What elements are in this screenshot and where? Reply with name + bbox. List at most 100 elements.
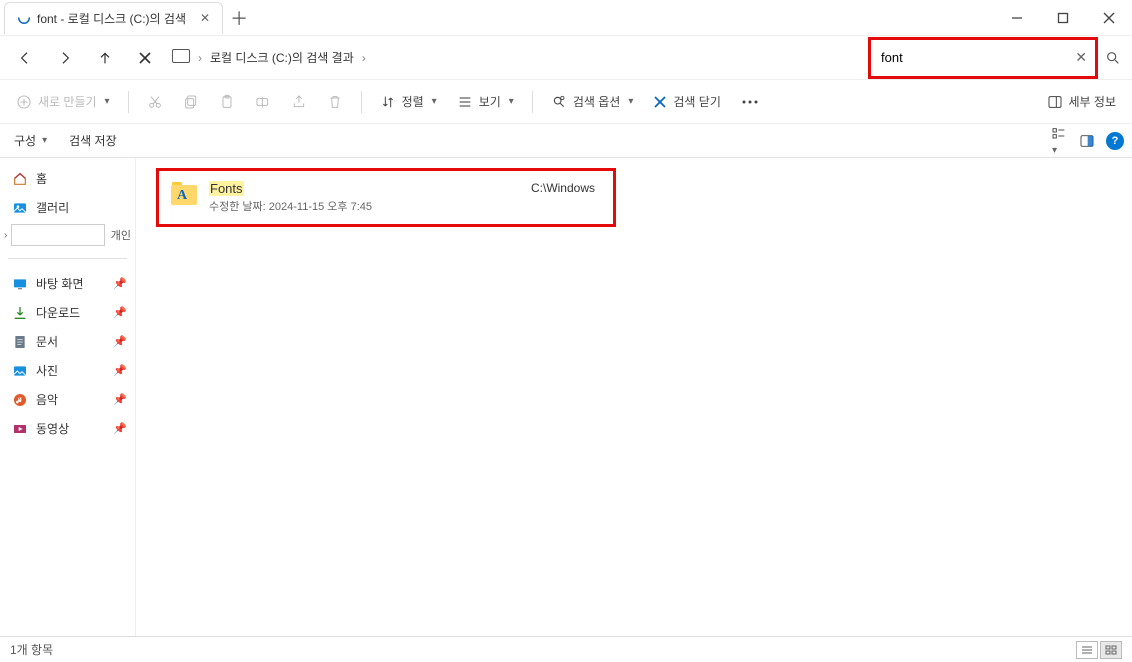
cut-button <box>139 90 171 114</box>
search-options-label: 검색 옵션 <box>573 93 621 110</box>
pin-icon[interactable]: 📌 <box>113 393 127 406</box>
breadcrumb[interactable]: › 로컬 디스크 (C:)의 검색 결과 › <box>166 49 866 66</box>
sidebar-item-documents[interactable]: 문서 📌 <box>0 327 135 356</box>
search-options-button[interactable]: 검색 옵션 ▾ <box>543 89 642 114</box>
sidebar-current-row[interactable]: › 개인 <box>0 222 135 248</box>
main-area: 홈 갤러리 › 개인 바탕 화면 📌 다운로드 📌 <box>0 158 1132 636</box>
sidebar-label: 음악 <box>36 391 58 408</box>
window-tab[interactable]: font - 로컬 디스크 (C:)의 검색 ✕ <box>4 2 223 34</box>
chevron-right-icon: › <box>198 51 202 65</box>
sidebar-item-downloads[interactable]: 다운로드 📌 <box>0 298 135 327</box>
pin-icon[interactable]: 📌 <box>113 364 127 377</box>
save-search-label: 검색 저장 <box>69 132 117 149</box>
organize-button[interactable]: 구성 ▾ <box>8 130 53 151</box>
sidebar-item-gallery[interactable]: 갤러리 <box>0 193 135 222</box>
more-button[interactable] <box>733 90 767 114</box>
delete-button <box>319 90 351 114</box>
divider <box>128 91 129 113</box>
chevron-down-icon: ▾ <box>1052 145 1057 156</box>
details-pane-button[interactable]: 세부 정보 <box>1039 89 1125 114</box>
search-result-highlight[interactable]: A Fonts 수정한 날짜: 2024-11-15 오후 7:45 C:\Wi… <box>156 168 616 227</box>
breadcrumb-text: 로컬 디스크 (C:)의 검색 결과 <box>210 49 354 66</box>
view-button[interactable]: 보기 ▾ <box>449 89 522 114</box>
sidebar-label: 바탕 화면 <box>36 275 84 292</box>
view-switch <box>1076 641 1122 659</box>
content-area: A Fonts 수정한 날짜: 2024-11-15 오후 7:45 C:\Wi… <box>136 158 1132 636</box>
sidebar-item-pictures[interactable]: 사진 📌 <box>0 356 135 385</box>
pc-icon <box>172 49 190 66</box>
sidebar-item-music[interactable]: 음악 📌 <box>0 385 135 414</box>
music-icon <box>12 392 28 408</box>
home-icon <box>12 171 28 187</box>
tab-title: font - 로컬 디스크 (C:)의 검색 <box>37 10 186 27</box>
close-window-button[interactable] <box>1086 0 1132 36</box>
downloads-icon <box>12 305 28 321</box>
chevron-right-icon: › <box>362 51 366 65</box>
new-tab-button[interactable]: ＋ <box>223 2 255 34</box>
paste-button <box>211 90 243 114</box>
share-button <box>283 90 315 114</box>
close-search-label: 검색 닫기 <box>673 93 721 110</box>
sidebar-label: 사진 <box>36 362 58 379</box>
sidebar-label: 문서 <box>36 333 58 350</box>
rename-button <box>247 90 279 114</box>
nav-sidebar: 홈 갤러리 › 개인 바탕 화면 📌 다운로드 📌 <box>0 158 136 636</box>
copy-button <box>175 90 207 114</box>
search-icon[interactable] <box>1100 50 1126 66</box>
nav-bar: › 로컬 디스크 (C:)의 검색 결과 › ✕ <box>0 36 1132 80</box>
status-bar: 1개 항목 <box>0 636 1132 662</box>
view-label: 보기 <box>479 93 501 110</box>
details-view-icon[interactable] <box>1076 641 1098 659</box>
pin-icon[interactable]: 📌 <box>113 335 127 348</box>
chevron-down-icon: ▾ <box>509 96 514 107</box>
divider <box>532 91 533 113</box>
videos-icon <box>12 421 28 437</box>
back-button[interactable] <box>6 40 44 76</box>
sort-label: 정렬 <box>402 93 424 110</box>
preview-pane-icon[interactable] <box>1078 133 1096 149</box>
desktop-icon <box>12 276 28 292</box>
minimize-button[interactable] <box>994 0 1040 36</box>
pin-icon[interactable]: 📌 <box>113 277 127 290</box>
gallery-icon <box>12 200 28 216</box>
icons-view-icon[interactable] <box>1100 641 1122 659</box>
chevron-right-icon[interactable]: › <box>4 230 11 241</box>
divider <box>8 258 127 259</box>
view-options-icon[interactable]: ▾ <box>1050 126 1068 156</box>
sidebar-label: 갤러리 <box>36 199 69 216</box>
sidebar-label: 다운로드 <box>36 304 80 321</box>
chevron-down-icon: ▾ <box>42 135 47 146</box>
secondary-bar: 구성 ▾ 검색 저장 ▾ ? <box>0 124 1132 158</box>
pin-icon[interactable]: 📌 <box>113 306 127 319</box>
pictures-icon <box>12 363 28 379</box>
divider <box>361 91 362 113</box>
sidebar-item-videos[interactable]: 동영상 📌 <box>0 414 135 443</box>
documents-icon <box>12 334 28 350</box>
clear-search-icon[interactable]: ✕ <box>1075 49 1087 66</box>
organize-label: 구성 <box>14 132 36 149</box>
sidebar-rename-input[interactable] <box>11 224 105 246</box>
search-input[interactable] <box>871 40 1095 76</box>
result-path: C:\Windows <box>531 181 595 195</box>
chevron-down-icon: ▾ <box>432 96 437 107</box>
sidebar-item-desktop[interactable]: 바탕 화면 📌 <box>0 269 135 298</box>
new-button: 새로 만들기 ▾ <box>8 89 118 114</box>
sort-button[interactable]: 정렬 ▾ <box>372 89 445 114</box>
chevron-down-icon: ▾ <box>628 96 633 107</box>
forward-button[interactable] <box>46 40 84 76</box>
maximize-button[interactable] <box>1040 0 1086 36</box>
pin-icon[interactable]: 📌 <box>113 422 127 435</box>
up-button[interactable] <box>86 40 124 76</box>
status-count: 1개 항목 <box>10 641 53 658</box>
sidebar-item-home[interactable]: 홈 <box>0 164 135 193</box>
save-search-button[interactable]: 검색 저장 <box>63 130 123 151</box>
toolbar: 새로 만들기 ▾ 정렬 ▾ 보기 ▾ 검색 옵션 ▾ 검색 닫기 <box>0 80 1132 124</box>
details-label: 세부 정보 <box>1069 93 1117 110</box>
sidebar-label-suffix: 개인 <box>111 227 131 243</box>
cancel-nav-button[interactable] <box>126 40 164 76</box>
help-icon[interactable]: ? <box>1106 132 1124 150</box>
tab-close-icon[interactable]: ✕ <box>200 11 210 25</box>
chevron-down-icon: ▾ <box>105 96 110 107</box>
fonts-folder-icon: A <box>171 181 199 209</box>
close-search-button[interactable]: 검색 닫기 <box>645 89 729 114</box>
